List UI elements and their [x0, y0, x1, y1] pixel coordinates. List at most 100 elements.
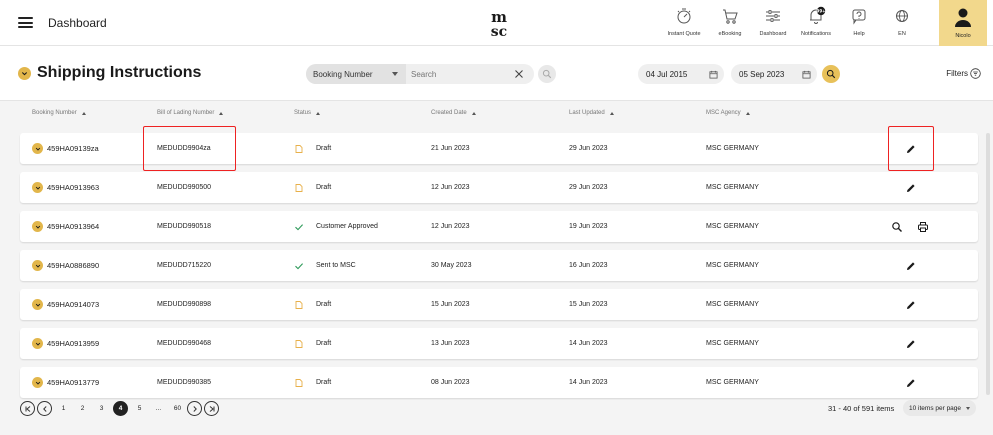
col-header-booking[interactable]: Booking Number — [32, 110, 86, 116]
nav-label: Instant Quote — [667, 31, 701, 37]
top-nav: Instant Quote eBooking Dashboard 99+ Not… — [658, 6, 922, 37]
row-expand-button[interactable] — [32, 338, 43, 349]
user-icon — [955, 8, 971, 27]
table-row[interactable]: 459HA0913779 MEDUDD990385 Draft 08 Jun 2023… — [20, 367, 978, 398]
sliders-icon — [766, 10, 780, 22]
cell-agency: MSC GERMANY — [706, 379, 759, 386]
booking-number[interactable]: 459HA0913779 — [47, 378, 99, 387]
table-row[interactable]: 459HA0886890 MEDUDD715220 Sent to MSC 30 Ma… — [20, 250, 978, 281]
edit-button[interactable] — [905, 259, 917, 271]
chevron-right-icon — [192, 405, 197, 412]
sort-up-icon — [81, 111, 86, 115]
row-expand-button[interactable] — [32, 299, 43, 310]
notification-badge: 99+ — [817, 9, 826, 14]
chevron-down-icon — [35, 225, 40, 229]
status-text: Customer Approved — [316, 223, 378, 230]
chevron-down-icon — [35, 186, 40, 190]
title-chevron-button[interactable] — [18, 67, 31, 80]
col-header-created[interactable]: Created Date — [431, 110, 476, 116]
cell-status: Draft — [294, 133, 331, 164]
booking-number[interactable]: 459HA0886890 — [47, 261, 99, 270]
last-page-button[interactable] — [204, 401, 219, 416]
user-menu[interactable]: Nicolo — [939, 0, 987, 46]
date-to-value: 05 Sep 2023 — [739, 69, 785, 79]
page-number[interactable]: 4 — [113, 401, 128, 416]
edit-button[interactable] — [905, 181, 917, 193]
booking-number[interactable]: 459HA0914073 — [47, 300, 99, 309]
prev-page-button[interactable] — [37, 401, 52, 416]
print-button[interactable] — [917, 220, 929, 232]
row-expand-button[interactable] — [32, 143, 43, 154]
edit-button[interactable] — [905, 298, 917, 310]
cell-status: Draft — [294, 289, 331, 320]
col-header-status[interactable]: Status — [294, 110, 321, 116]
page-number[interactable]: 5 — [130, 405, 149, 412]
draft-icon — [295, 339, 303, 348]
col-header-agency[interactable]: MSC Agency — [706, 110, 750, 116]
cell-status: Draft — [294, 367, 331, 398]
page-number[interactable]: 60 — [168, 405, 187, 412]
cell-created-date: 21 Jun 2023 — [431, 145, 470, 152]
nav-label: Help — [853, 31, 865, 37]
instant-quote-icon — [677, 8, 691, 24]
nav-help[interactable]: Help — [839, 6, 879, 37]
items-count: 31 - 40 of 591 items — [828, 404, 895, 413]
nav-ebooking[interactable]: eBooking — [710, 6, 750, 37]
booking-number[interactable]: 459HA0913959 — [47, 339, 99, 348]
cell-booking: 459HA0913779 — [32, 367, 99, 398]
calendar-icon — [709, 70, 718, 79]
row-expand-button[interactable] — [32, 260, 43, 271]
items-per-page-select[interactable]: 10 items per page — [903, 400, 976, 416]
nav-notifications[interactable]: 99+ Notifications — [796, 6, 836, 37]
edit-button[interactable] — [905, 376, 917, 388]
check-icon — [295, 223, 304, 230]
cell-booking: 459HA0886890 — [32, 250, 99, 281]
date-search-button[interactable] — [822, 65, 840, 83]
nav-dashboard[interactable]: Dashboard — [753, 6, 793, 37]
page-number[interactable]: 3 — [92, 405, 111, 412]
cell-last-updated: 19 Jun 2023 — [569, 223, 608, 230]
row-expand-button[interactable] — [32, 377, 43, 388]
nav-language[interactable]: EN — [882, 6, 922, 37]
status-text: Draft — [316, 340, 332, 347]
table-row[interactable]: 459HA0913963 MEDUDD990500 Draft 12 Jun 2023… — [20, 172, 978, 203]
search-button[interactable] — [538, 65, 556, 83]
table-row[interactable]: 459HA0913959 MEDUDD990468 Draft 13 Jun 2023… — [20, 328, 978, 359]
nav-instant-quote[interactable]: Instant Quote — [661, 6, 707, 37]
check-icon — [295, 262, 304, 269]
col-header-label: Bill of Lading Number — [157, 110, 215, 116]
search-type-select[interactable]: Booking Number — [306, 64, 406, 84]
col-header-updated[interactable]: Last Updated — [569, 110, 614, 116]
col-header-bol[interactable]: Bill of Lading Number — [157, 110, 224, 116]
table-row[interactable]: 459HA0914073 MEDUDD990898 Draft 15 Jun 2023… — [20, 289, 978, 320]
menu-icon[interactable] — [18, 17, 33, 28]
first-page-button[interactable] — [20, 401, 35, 416]
view-button[interactable] — [891, 220, 903, 232]
status-text: Sent to MSC — [316, 262, 356, 269]
row-expand-button[interactable] — [32, 221, 43, 232]
page-number[interactable]: 1 — [54, 405, 73, 412]
booking-number[interactable]: 459HA0913963 — [47, 183, 99, 192]
search-input[interactable] — [411, 69, 511, 79]
cell-bol: MEDUDD990518 — [157, 223, 212, 230]
clear-icon[interactable] — [514, 69, 524, 79]
cell-bol: MEDUDD990500 — [157, 184, 212, 191]
msc-logo[interactable]: m sc — [484, 8, 514, 38]
booking-number[interactable]: 459HA09139za — [47, 144, 99, 153]
next-page-button[interactable] — [187, 401, 202, 416]
scrollbar[interactable] — [986, 133, 990, 395]
date-from-field[interactable]: 04 Jul 2015 — [638, 64, 724, 84]
booking-number[interactable]: 459HA0913964 — [47, 222, 99, 231]
edit-button[interactable] — [905, 337, 917, 349]
col-header-label: MSC Agency — [706, 110, 741, 116]
search-type-value: Booking Number — [313, 69, 373, 79]
nav-label: eBooking — [718, 31, 742, 37]
page-number[interactable]: 2 — [73, 405, 92, 412]
filters-button[interactable]: Filters — [946, 68, 981, 79]
table-row[interactable]: 459HA0913964 MEDUDD990518 Customer Approve… — [20, 211, 978, 242]
row-expand-button[interactable] — [32, 182, 43, 193]
sort-up-icon — [219, 111, 224, 115]
page-numbers: 1 2 3 4 5... 60 — [54, 401, 187, 416]
edit-icon — [907, 379, 915, 387]
date-to-field[interactable]: 05 Sep 2023 — [731, 64, 817, 84]
